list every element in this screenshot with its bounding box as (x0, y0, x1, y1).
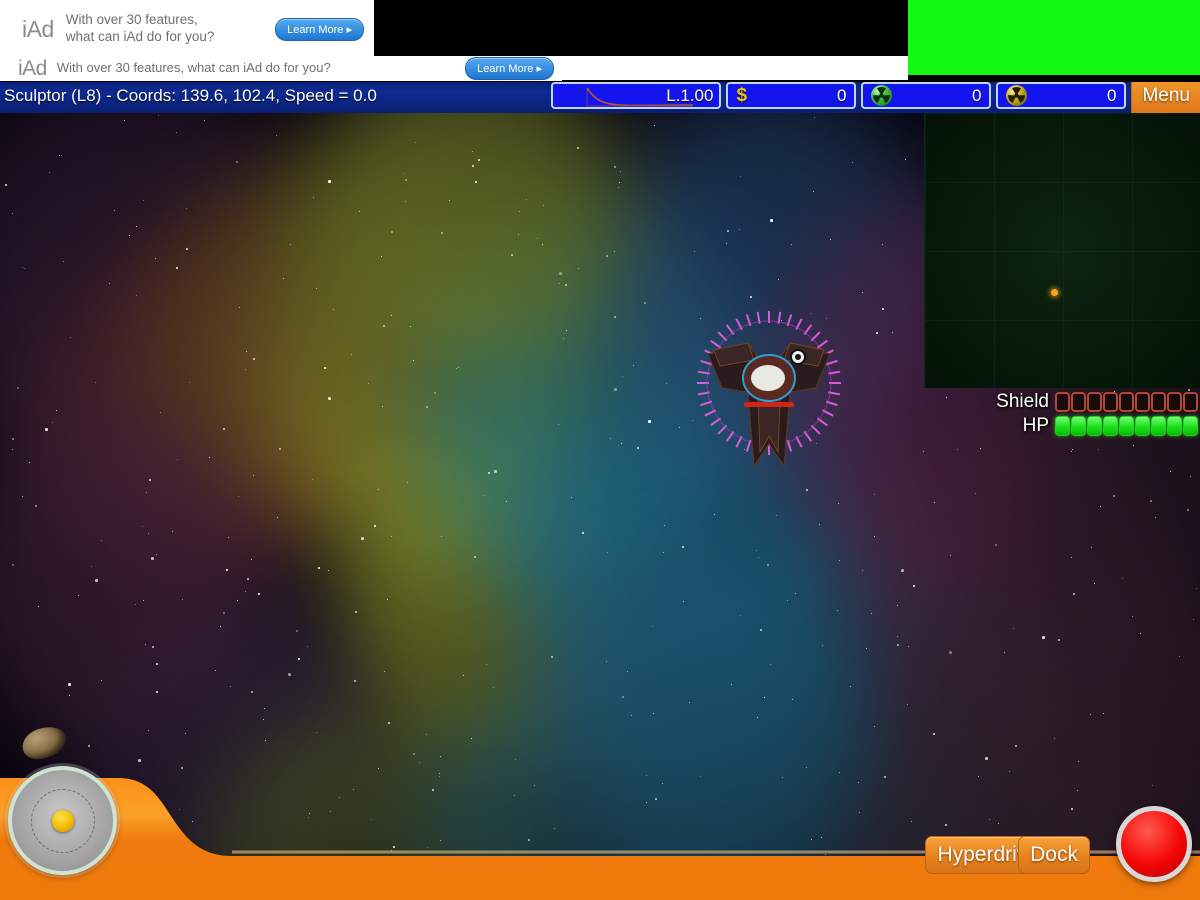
green-cargo-panel[interactable]: 0 (861, 82, 992, 109)
learn-more-button-secondary[interactable]: Learn More ▸ (465, 57, 554, 80)
decay-graph-icon (586, 87, 694, 107)
yellow-cargo-value: 0 (1107, 85, 1117, 105)
minimap-player-blip (1051, 289, 1058, 296)
hp-row: HP (928, 415, 1198, 437)
player-ship[interactable] (692, 308, 847, 473)
ad-headline-secondary: With over 30 features, what can iAd do f… (56, 60, 331, 76)
ad-green-panel (908, 0, 1200, 75)
movement-joystick[interactable] (8, 766, 117, 875)
yellow-radioactive-icon (1006, 85, 1028, 106)
fire-button[interactable] (1116, 806, 1192, 882)
shield-segments (1055, 392, 1198, 412)
game-screen: Shield HP Hyperdrive Dock Sculptor (L8) … (0, 0, 1200, 900)
ship-sprite-graphic (707, 342, 831, 468)
bar-segment (1135, 416, 1150, 436)
bar-segment (1135, 392, 1150, 412)
bar-segment (1151, 392, 1166, 412)
bar-segment (1071, 392, 1086, 412)
ad-overlay: iAd iAd With over 30 features, what can … (0, 0, 1200, 82)
dock-button[interactable]: Dock (1018, 836, 1090, 874)
ad-headline-line1: With over 30 features, (65, 12, 198, 28)
yellow-cargo-panel[interactable]: 0 (996, 82, 1127, 109)
ad-headline-line2: what can iAd do for you? (65, 29, 215, 44)
ad-brand-label-secondary: iAd (18, 56, 47, 80)
bar-segment (1167, 392, 1182, 412)
ad-banner-secondary[interactable]: iAd With over 30 features, what can iAd … (0, 56, 562, 81)
credits-panel[interactable]: $ 0 (726, 82, 857, 109)
dollar-icon: $ (736, 84, 748, 106)
hud-panels: L.1.00 $ 0 0 0 Menu (551, 78, 1200, 113)
menu-button[interactable]: Menu (1131, 78, 1200, 113)
bar-segment (1055, 416, 1070, 436)
joystick-ring (30, 788, 95, 853)
bar-segment (1071, 416, 1086, 436)
shield-row: Shield (928, 391, 1198, 413)
bar-segment (1103, 416, 1118, 436)
minimap-grid (925, 113, 1200, 388)
hud-bar: Sculptor (L8) - Coords: 139.6, 102.4, Sp… (0, 78, 1200, 113)
green-radioactive-icon (871, 85, 893, 106)
hp-label: HP (1022, 415, 1049, 436)
bar-segment (1151, 416, 1166, 436)
hp-segments (1055, 416, 1198, 436)
bar-segment (1055, 392, 1070, 412)
status-text: Sculptor (L8) - Coords: 139.6, 102.4, Sp… (4, 85, 377, 105)
bar-segment (1087, 392, 1102, 412)
minimap[interactable] (924, 113, 1200, 388)
ad-banner-primary[interactable]: iAd With over 30 features, what can iAd … (0, 0, 374, 58)
learn-more-button[interactable]: Learn More ▸ (275, 17, 364, 41)
bar-segment (1167, 416, 1182, 436)
bar-segment (1183, 416, 1198, 436)
bar-segment (1183, 392, 1198, 412)
ad-headline: With over 30 features, what can iAd do f… (66, 12, 263, 46)
bar-segment (1103, 392, 1118, 412)
bar-segment (1087, 416, 1102, 436)
bar-segment (1119, 416, 1134, 436)
bar-segment (1119, 392, 1134, 412)
green-cargo-value: 0 (972, 85, 982, 105)
shield-label: Shield (996, 391, 1049, 412)
credits-value: 0 (837, 85, 847, 105)
fuel-panel[interactable]: L.1.00 (551, 82, 722, 109)
status-bars: Shield HP (928, 391, 1198, 439)
ad-brand-label: iAd (22, 15, 54, 42)
